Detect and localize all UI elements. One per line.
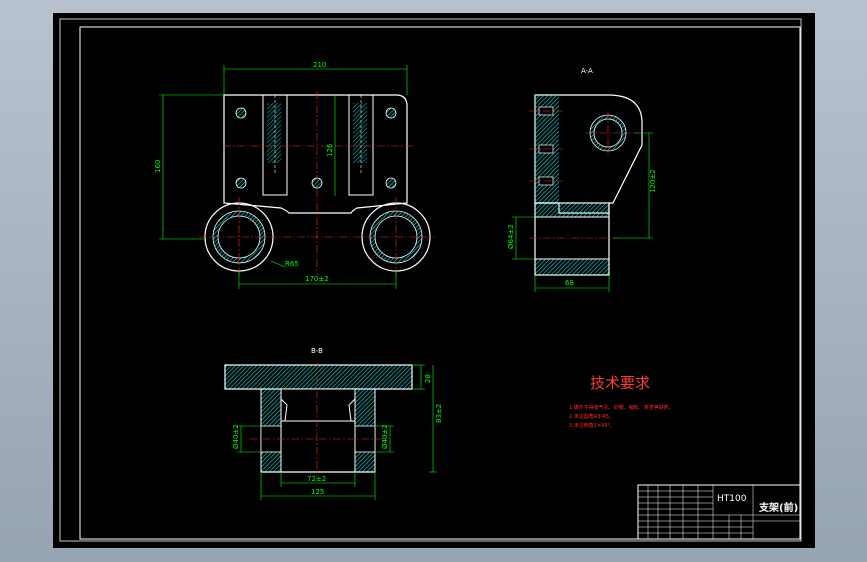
tech-requirements-title: 技术要求 [590, 374, 650, 392]
bottom-section-label: B-B [311, 347, 323, 355]
hole-spacing-dim: 170±2 [305, 275, 329, 283]
bottom-outer-width-dim: 125 [311, 488, 324, 496]
cad-drawing: 210 160 126 170±2 R65 A-A 120±2 Ø64±2 68… [59, 18, 802, 542]
part-name: 支架(前) [758, 501, 798, 514]
title-block: HT100 支架(前) [637, 484, 801, 540]
bottom-flange [224, 364, 413, 390]
tech-requirements: 技术要求 1.铸件不得有气孔、砂眼、缩松、夹渣等缺陷。 2.未注圆角R3-R5。… [569, 374, 674, 429]
bolt-hole [235, 107, 247, 119]
side-bore-dim: Ø64±2 [507, 224, 515, 249]
material-label: HT100 [717, 494, 747, 504]
bolt-hole [235, 177, 247, 189]
bottom-flange-dim: 28 [424, 374, 432, 383]
bottom-bore-dim-right: Ø40±2 [381, 424, 389, 449]
bolt-hole [385, 107, 397, 119]
front-height-dim: 160 [154, 160, 162, 173]
bottom-height-dim: 83±2 [435, 404, 443, 423]
tech-requirement-line: 2.未注圆角R3-R5。 [569, 413, 614, 420]
front-inner-dim: 126 [326, 143, 334, 157]
drawing-sheet: 210 160 126 170±2 R65 A-A 120±2 Ø64±2 68… [53, 13, 815, 548]
inner-border [79, 26, 801, 540]
bottom-view: B-B 28 83±2 Ø40±2 Ø40±2 72±2 125 [224, 347, 443, 500]
side-width-dim: 68 [565, 279, 574, 287]
radius-dim: R65 [285, 260, 299, 268]
front-width-dim: 210 [313, 61, 326, 69]
front-plate-outline [223, 94, 408, 214]
side-view: A-A 120±2 Ø64±2 68 [507, 67, 657, 292]
front-view: 210 160 126 170±2 R65 [154, 61, 437, 289]
side-section-label: A-A [581, 67, 593, 75]
bottom-bore-dim-left: Ø40±2 [232, 424, 240, 449]
bottom-inner-width-dim: 72±2 [307, 475, 326, 483]
bolt-hole [385, 177, 397, 189]
outer-border [59, 18, 802, 542]
tech-requirement-line: 3.未注倒角1×45°。 [569, 422, 615, 429]
side-height-dim: 120±2 [649, 169, 657, 193]
tech-requirement-line: 1.铸件不得有气孔、砂眼、缩松、夹渣等缺陷。 [569, 404, 674, 411]
